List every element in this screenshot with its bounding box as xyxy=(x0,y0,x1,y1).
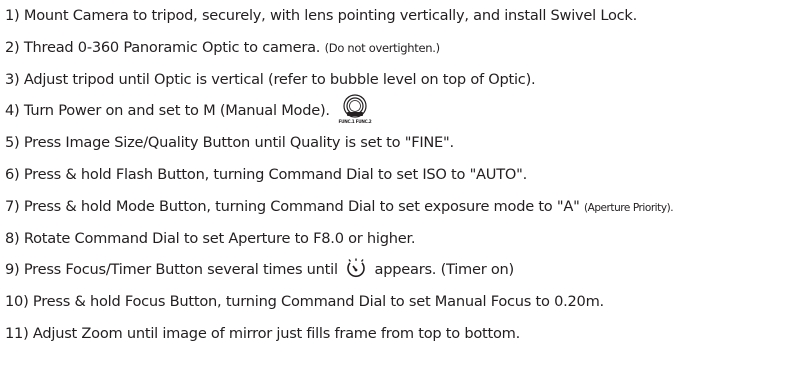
dial-icon-label: FUNC.1 FUNC.2 xyxy=(339,119,372,124)
step-text: 7) Press & hold Mode Button, turning Com… xyxy=(5,197,580,215)
instruction-step-1: 1) Mount Camera to tripod, securely, wit… xyxy=(5,0,811,32)
step-text: 2) Thread 0-360 Panoramic Optic to camer… xyxy=(5,38,321,56)
step-text-after: appears. (Timer on) xyxy=(374,261,515,279)
self-timer-icon xyxy=(344,258,368,280)
step-text: 9) Press Focus/Timer Button several time… xyxy=(5,261,338,279)
instruction-step-6: 6) Press & hold Flash Button, turning Co… xyxy=(5,159,811,191)
instruction-step-10: 10) Press & hold Focus Button, turning C… xyxy=(5,286,811,318)
instruction-step-3: 3) Adjust tripod until Optic is vertical… xyxy=(5,64,811,96)
step-text: 3) Adjust tripod until Optic is vertical… xyxy=(5,70,536,88)
instruction-step-8: 8) Rotate Command Dial to set Aperture t… xyxy=(5,223,811,255)
instruction-step-2: 2) Thread 0-360 Panoramic Optic to camer… xyxy=(5,32,811,64)
instruction-step-7: 7) Press & hold Mode Button, turning Com… xyxy=(5,191,811,223)
instruction-step-5: 5) Press Image Size/Quality Button until… xyxy=(5,127,811,159)
step-text: 8) Rotate Command Dial to set Aperture t… xyxy=(5,229,416,247)
instruction-step-9: 9) Press Focus/Timer Button several time… xyxy=(5,254,811,286)
step-text: 11) Adjust Zoom until image of mirror ju… xyxy=(5,324,520,342)
step-text: 4) Turn Power on and set to M (Manual Mo… xyxy=(5,102,330,120)
instruction-list: 1) Mount Camera to tripod, securely, wit… xyxy=(5,0,811,350)
step-text: 5) Press Image Size/Quality Button until… xyxy=(5,134,454,152)
step-text: 1) Mount Camera to tripod, securely, wit… xyxy=(5,7,638,24)
mode-dial-icon: FUNC.1 FUNC.2 xyxy=(338,93,372,125)
instruction-step-4: 4) Turn Power on and set to M (Manual Mo… xyxy=(5,93,811,127)
instruction-step-11: 11) Adjust Zoom until image of mirror ju… xyxy=(5,318,811,350)
step-text: 10) Press & hold Focus Button, turning C… xyxy=(5,293,604,311)
step-note: (Do not overtighten.) xyxy=(324,40,440,55)
step-note: (Aperture Priority). xyxy=(583,201,674,214)
step-text: 6) Press & hold Flash Button, turning Co… xyxy=(5,165,527,183)
